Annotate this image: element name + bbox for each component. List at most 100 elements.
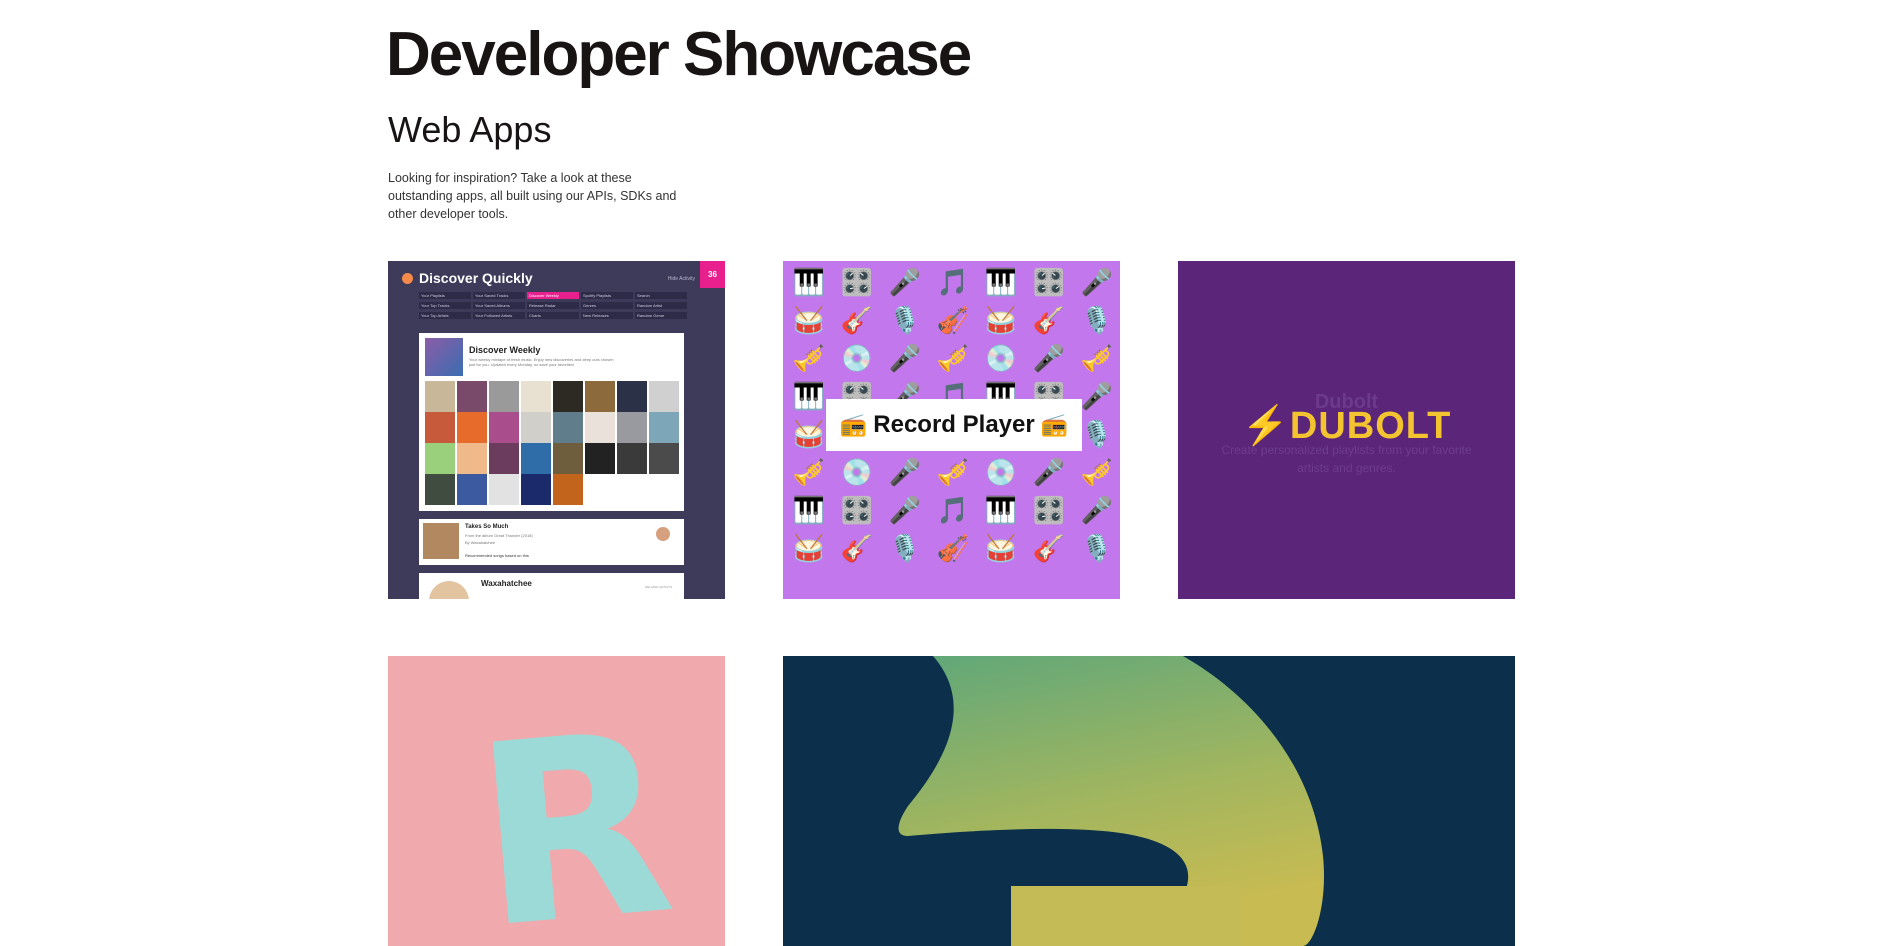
dq-album-cover [649, 443, 679, 474]
dq-track-note: Recommended songs based on this [465, 553, 529, 558]
dq-album-cover [489, 381, 519, 412]
dq-playlist-panel: Discover Weekly Your weekly mixtape of f… [419, 333, 684, 511]
radio-icon: 📻 [839, 412, 868, 437]
rp-pattern-emoji: 🎛️ [1032, 267, 1066, 297]
dq-track-album: From the album Great Thunder (2018) [465, 533, 533, 538]
dq-album-cover [425, 412, 455, 443]
intro-text: Looking for inspiration? Take a look at … [388, 171, 677, 221]
dq-album-cover [649, 381, 679, 412]
dq-nav-item: Discover Weekly [527, 292, 579, 299]
dq-activity-label: Hide Activity [667, 276, 695, 282]
dq-album-cover [585, 381, 615, 412]
dq-nav-item: Random Artist [635, 302, 687, 309]
dq-nav-item: Your Top Artists [419, 312, 471, 319]
rp-pattern-emoji: 🥁 [984, 305, 1018, 335]
gramophone-horn-icon [898, 656, 1324, 946]
dq-album-cover [649, 412, 679, 443]
rp-pattern-emoji: 🎵 [936, 495, 970, 525]
rp-pattern-emoji: 🎛️ [840, 267, 874, 297]
app-card-gramophone[interactable] [783, 656, 1515, 946]
rp-pattern-emoji: 🥁 [984, 533, 1018, 563]
rp-title: Record Player [873, 411, 1035, 438]
dq-album-grid [425, 381, 679, 505]
dq-album-cover [617, 381, 647, 412]
dq-playlist-title: Discover Weekly [469, 345, 541, 355]
dq-album-cover [489, 474, 519, 505]
dq-track-artist: By Waxahatchee [465, 540, 496, 545]
dq-album-cover [521, 443, 551, 474]
dq-album-cover [521, 381, 551, 412]
app-card-dubolt[interactable]: Dubolt Create personalized playlists fro… [1178, 261, 1515, 599]
rp-pattern-emoji: 🎙️ [1080, 533, 1114, 563]
dq-nav-item: New Releases [581, 312, 633, 319]
dq-album-cover [425, 381, 455, 412]
rp-pattern-emoji: 🎤 [888, 457, 922, 487]
dq-album-cover [457, 412, 487, 443]
dq-related-label: RELATED ARTISTS [645, 585, 672, 589]
rp-pattern-emoji: 🎺 [1080, 343, 1114, 373]
rp-pattern-emoji: 💿 [840, 343, 874, 373]
rp-pattern-emoji: 🎤 [1032, 457, 1066, 487]
rp-pattern-emoji: 🎤 [888, 267, 922, 297]
radio-icon: 📻 [1040, 412, 1069, 437]
dq-album-cover [617, 412, 647, 443]
app-card-r[interactable]: R [388, 656, 725, 946]
rp-pattern-emoji: 🎹 [792, 495, 826, 525]
rp-pattern-emoji: 🎵 [936, 267, 970, 297]
section-title: Web Apps [388, 109, 552, 150]
dq-title: Discover Quickly [419, 270, 533, 286]
rp-pattern-emoji: 🥁 [792, 305, 826, 335]
dubolt-logo: ⚡DUBOLT [1241, 405, 1452, 447]
dq-album-cover [553, 474, 583, 505]
dq-nav-item: Spotify Playlists [581, 292, 633, 299]
dq-artist-avatar [429, 581, 469, 599]
rp-pattern-emoji: 🎻 [936, 305, 970, 335]
rp-pattern-emoji: 🎸 [840, 305, 874, 335]
dq-header: Discover Quickly [402, 270, 533, 286]
dq-track-avatar [656, 527, 670, 541]
dq-album-cover [585, 443, 615, 474]
rp-pattern-emoji: 🎸 [1032, 305, 1066, 335]
rp-pattern-emoji: 🎹 [792, 267, 826, 297]
rp-pattern-emoji: 🥁 [792, 533, 826, 563]
dq-album-cover [585, 412, 615, 443]
rp-pattern-emoji: 🎺 [792, 343, 826, 373]
dq-album-cover [553, 381, 583, 412]
app-card-discover-quickly[interactable]: Discover Quickly Hide Activity 36 Your P… [388, 261, 725, 599]
rp-pattern-emoji: 🎹 [984, 495, 1018, 525]
rp-pattern-emoji: 💿 [984, 457, 1018, 487]
dq-album-cover [457, 381, 487, 412]
rp-pattern-emoji: 🎤 [888, 343, 922, 373]
rp-pattern-emoji: 🎺 [936, 457, 970, 487]
dq-track-row: Takes So Much From the album Great Thund… [419, 519, 684, 565]
dq-album-cover [489, 412, 519, 443]
dq-nav-item: Your Followed Artists [473, 312, 525, 319]
dq-nav-item: Genres [581, 302, 633, 309]
rp-pattern-emoji: 🎤 [1032, 343, 1066, 373]
dq-album-cover [553, 412, 583, 443]
dq-logo-icon [402, 272, 413, 284]
rp-pattern-emoji: 🎙️ [888, 305, 922, 335]
rp-pattern-emoji: 🎺 [936, 343, 970, 373]
dq-album-cover [425, 474, 455, 505]
dq-nav-item: Charts [527, 312, 579, 319]
rp-pattern-emoji: 🎤 [1080, 495, 1114, 525]
dq-nav-item: Random Genre [635, 312, 687, 319]
dq-album-cover [521, 412, 551, 443]
app-card-record-player[interactable]: 🎹 🎛️ 🎤 🎵 🎹 🎛️ 🎤 🥁 🎸 🎙️ 🎻 🥁 🎸 🎙️ 🎺 💿 🎤 🎺 💿 🎤 🎺 🎹 🎛️ 🎤 🎵 🎹 🎛️ 🎤 🥁 🎸 🎙️ 🎻 🥁… [783, 261, 1120, 599]
dq-album-cover [457, 474, 487, 505]
rp-pattern-emoji: 🎸 [840, 533, 874, 563]
dq-nav-item: Your Playlists [419, 292, 471, 299]
dq-nav-item: Search [635, 292, 687, 299]
dq-album-cover [617, 443, 647, 474]
rp-pattern-emoji: 🎻 [936, 533, 970, 563]
dq-album-cover [553, 443, 583, 474]
dq-album-cover [521, 474, 551, 505]
rp-pattern-emoji: 🎛️ [840, 495, 874, 525]
rp-pattern-emoji: 💿 [984, 343, 1018, 373]
dq-playlist-desc: Your weekly mixtape of fresh music. Enjo… [469, 357, 614, 367]
rp-pattern-emoji: 🎺 [792, 457, 826, 487]
rp-pattern-emoji: 🎤 [888, 495, 922, 525]
dq-album-cover [425, 443, 455, 474]
dq-badge: 36 [700, 261, 725, 288]
